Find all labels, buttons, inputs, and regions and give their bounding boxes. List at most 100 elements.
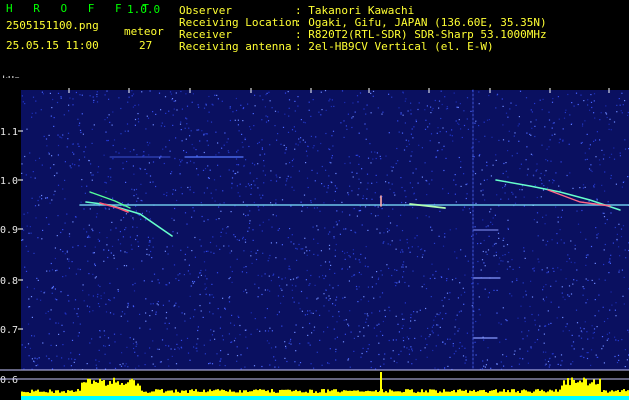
noise-pixel	[534, 319, 536, 321]
noise-pixel	[251, 262, 253, 264]
noise-pixel	[210, 251, 212, 253]
noise-pixel	[190, 130, 192, 132]
level-base-bar	[335, 396, 337, 400]
noise-pixel	[362, 197, 364, 200]
level-bar	[39, 391, 41, 396]
level-base-bar	[611, 396, 613, 400]
noise-pixel	[162, 268, 164, 270]
noise-pixel	[325, 132, 327, 135]
noise-pixel	[556, 317, 558, 319]
noise-pixel	[172, 231, 174, 233]
noise-pixel	[92, 273, 94, 275]
noise-pixel	[511, 295, 513, 297]
noise-pixel	[300, 137, 302, 139]
noise-pixel	[78, 159, 80, 161]
level-base-bar	[139, 396, 141, 400]
noise-pixel	[334, 249, 336, 251]
noise-pixel	[237, 164, 240, 166]
level-base-bar	[209, 396, 211, 400]
noise-pixel	[591, 170, 593, 173]
noise-pixel	[199, 140, 201, 142]
noise-pixel	[333, 237, 335, 239]
noise-pixel	[198, 129, 200, 131]
noise-pixel	[316, 225, 318, 227]
noise-pixel	[572, 187, 574, 189]
noise-pixel	[319, 339, 321, 341]
noise-pixel	[505, 112, 508, 114]
noise-pixel	[299, 141, 301, 143]
noise-pixel	[430, 133, 433, 135]
level-base-bar	[309, 396, 311, 400]
noise-pixel	[239, 324, 241, 327]
level-base-bar	[221, 396, 223, 400]
noise-pixel	[239, 183, 241, 185]
noise-pixel	[120, 219, 122, 221]
noise-pixel	[174, 189, 177, 191]
noise-pixel	[275, 215, 277, 217]
noise-pixel	[505, 338, 507, 340]
noise-pixel	[458, 123, 460, 125]
noise-pixel	[207, 219, 209, 221]
noise-pixel	[87, 236, 89, 238]
noise-pixel	[291, 160, 293, 162]
level-bar	[501, 391, 503, 396]
noise-pixel	[444, 233, 446, 235]
noise-pixel	[385, 155, 387, 157]
noise-pixel	[199, 272, 201, 274]
noise-pixel	[544, 223, 546, 225]
noise-pixel	[446, 292, 449, 294]
noise-pixel	[117, 289, 119, 291]
level-bar	[409, 389, 411, 396]
noise-pixel	[455, 120, 457, 122]
level-base-bar	[45, 396, 47, 400]
level-base-bar	[587, 396, 589, 400]
noise-pixel	[329, 148, 331, 151]
noise-pixel	[122, 236, 124, 238]
noise-pixel	[557, 216, 559, 218]
noise-pixel	[113, 297, 115, 299]
level-base-bar	[193, 396, 195, 400]
noise-pixel	[174, 100, 177, 102]
noise-pixel	[480, 242, 482, 244]
noise-pixel	[268, 342, 270, 344]
y-tick-label: 0.7	[0, 325, 18, 336]
noise-pixel	[334, 255, 336, 257]
noise-pixel	[615, 302, 617, 304]
noise-pixel	[415, 119, 417, 121]
noise-pixel	[386, 174, 388, 176]
level-bar	[401, 392, 403, 396]
noise-pixel	[483, 121, 485, 123]
noise-pixel	[433, 242, 436, 244]
noise-pixel	[180, 186, 182, 189]
noise-pixel	[328, 295, 330, 297]
level-base-bar	[105, 396, 107, 400]
noise-pixel	[310, 135, 312, 137]
level-base-bar	[283, 396, 285, 400]
noise-pixel	[306, 297, 308, 299]
noise-pixel	[405, 139, 407, 141]
level-base-bar	[315, 396, 317, 400]
level-base-bar	[351, 396, 353, 400]
noise-pixel	[505, 162, 507, 164]
noise-pixel	[370, 151, 373, 153]
noise-pixel	[93, 101, 95, 103]
noise-pixel	[130, 244, 132, 246]
noise-pixel	[72, 246, 74, 248]
noise-pixel	[493, 255, 495, 257]
noise-pixel	[442, 245, 445, 247]
noise-pixel	[214, 94, 216, 96]
noise-pixel	[295, 143, 297, 145]
level-base-bar	[269, 396, 271, 400]
noise-pixel	[196, 350, 198, 352]
noise-pixel	[178, 306, 180, 308]
noise-pixel	[609, 258, 611, 260]
noise-pixel	[530, 109, 532, 111]
noise-pixel	[627, 176, 629, 178]
level-base-bar	[459, 396, 461, 400]
level-bar	[357, 390, 359, 396]
noise-pixel	[417, 108, 419, 111]
noise-pixel	[548, 180, 550, 182]
level-bar	[67, 390, 69, 396]
noise-pixel	[49, 92, 51, 94]
noise-pixel	[587, 279, 589, 281]
